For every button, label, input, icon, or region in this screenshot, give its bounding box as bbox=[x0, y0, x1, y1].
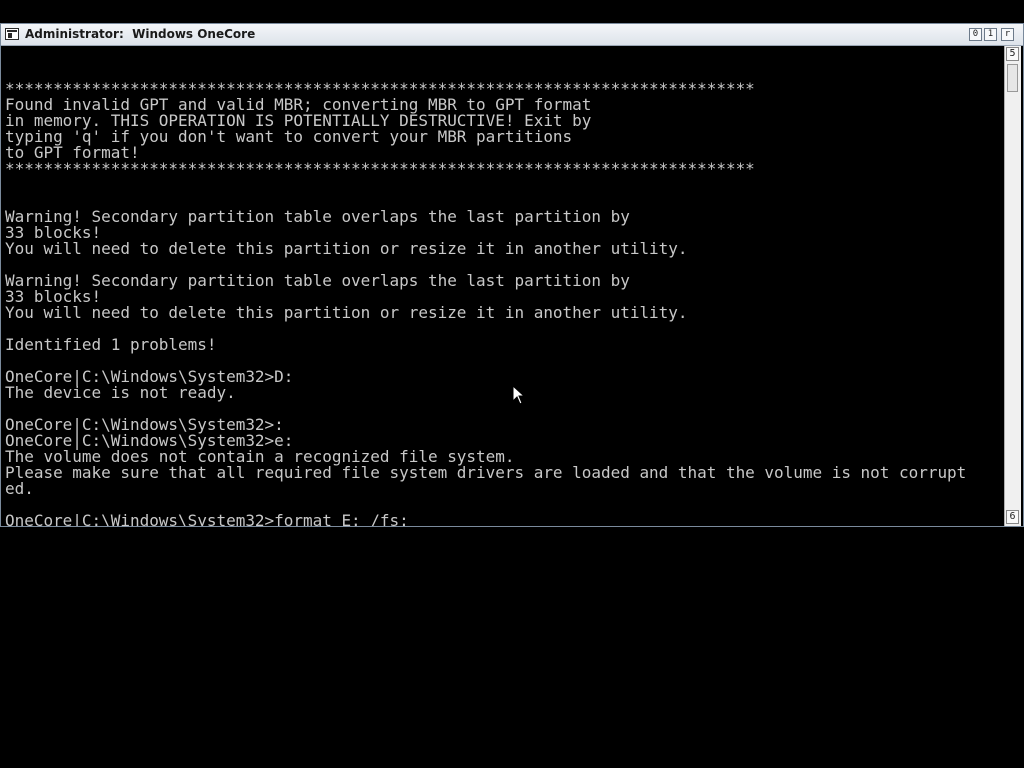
scroll-thumb[interactable] bbox=[1007, 64, 1018, 92]
console-line: ****************************************… bbox=[5, 159, 755, 178]
vertical-scrollbar[interactable]: 5 6 bbox=[1004, 46, 1021, 526]
console-line: Please make sure that all required file … bbox=[5, 463, 967, 482]
console-line: You will need to delete this partition o… bbox=[5, 303, 688, 322]
minimize-button[interactable]: 0 bbox=[969, 28, 982, 41]
console-window: Administrator: Windows OneCore 0 1 r ***… bbox=[0, 23, 1024, 527]
console-line: Identified 1 problems! bbox=[5, 335, 217, 354]
maximize-button[interactable]: 1 bbox=[984, 28, 997, 41]
close-button[interactable]: r bbox=[1001, 28, 1014, 41]
console-line: The device is not ready. bbox=[5, 383, 236, 402]
window-title: Administrator: Windows OneCore bbox=[25, 27, 256, 41]
title-bar[interactable]: Administrator: Windows OneCore 0 1 r bbox=[1, 24, 1023, 46]
console-line: You will need to delete this partition o… bbox=[5, 239, 688, 258]
console-line: OneCore|C:\Windows\System32>format E: /f… bbox=[5, 511, 409, 527]
mouse-pointer-icon bbox=[512, 385, 526, 405]
console-line: ed. bbox=[5, 479, 34, 498]
console-output-area[interactable]: ****************************************… bbox=[1, 46, 1003, 526]
console-output-text[interactable]: ****************************************… bbox=[5, 49, 967, 527]
console-window-icon[interactable] bbox=[5, 28, 19, 40]
scroll-up-button[interactable]: 5 bbox=[1006, 47, 1019, 61]
scroll-down-button[interactable]: 6 bbox=[1006, 510, 1019, 524]
